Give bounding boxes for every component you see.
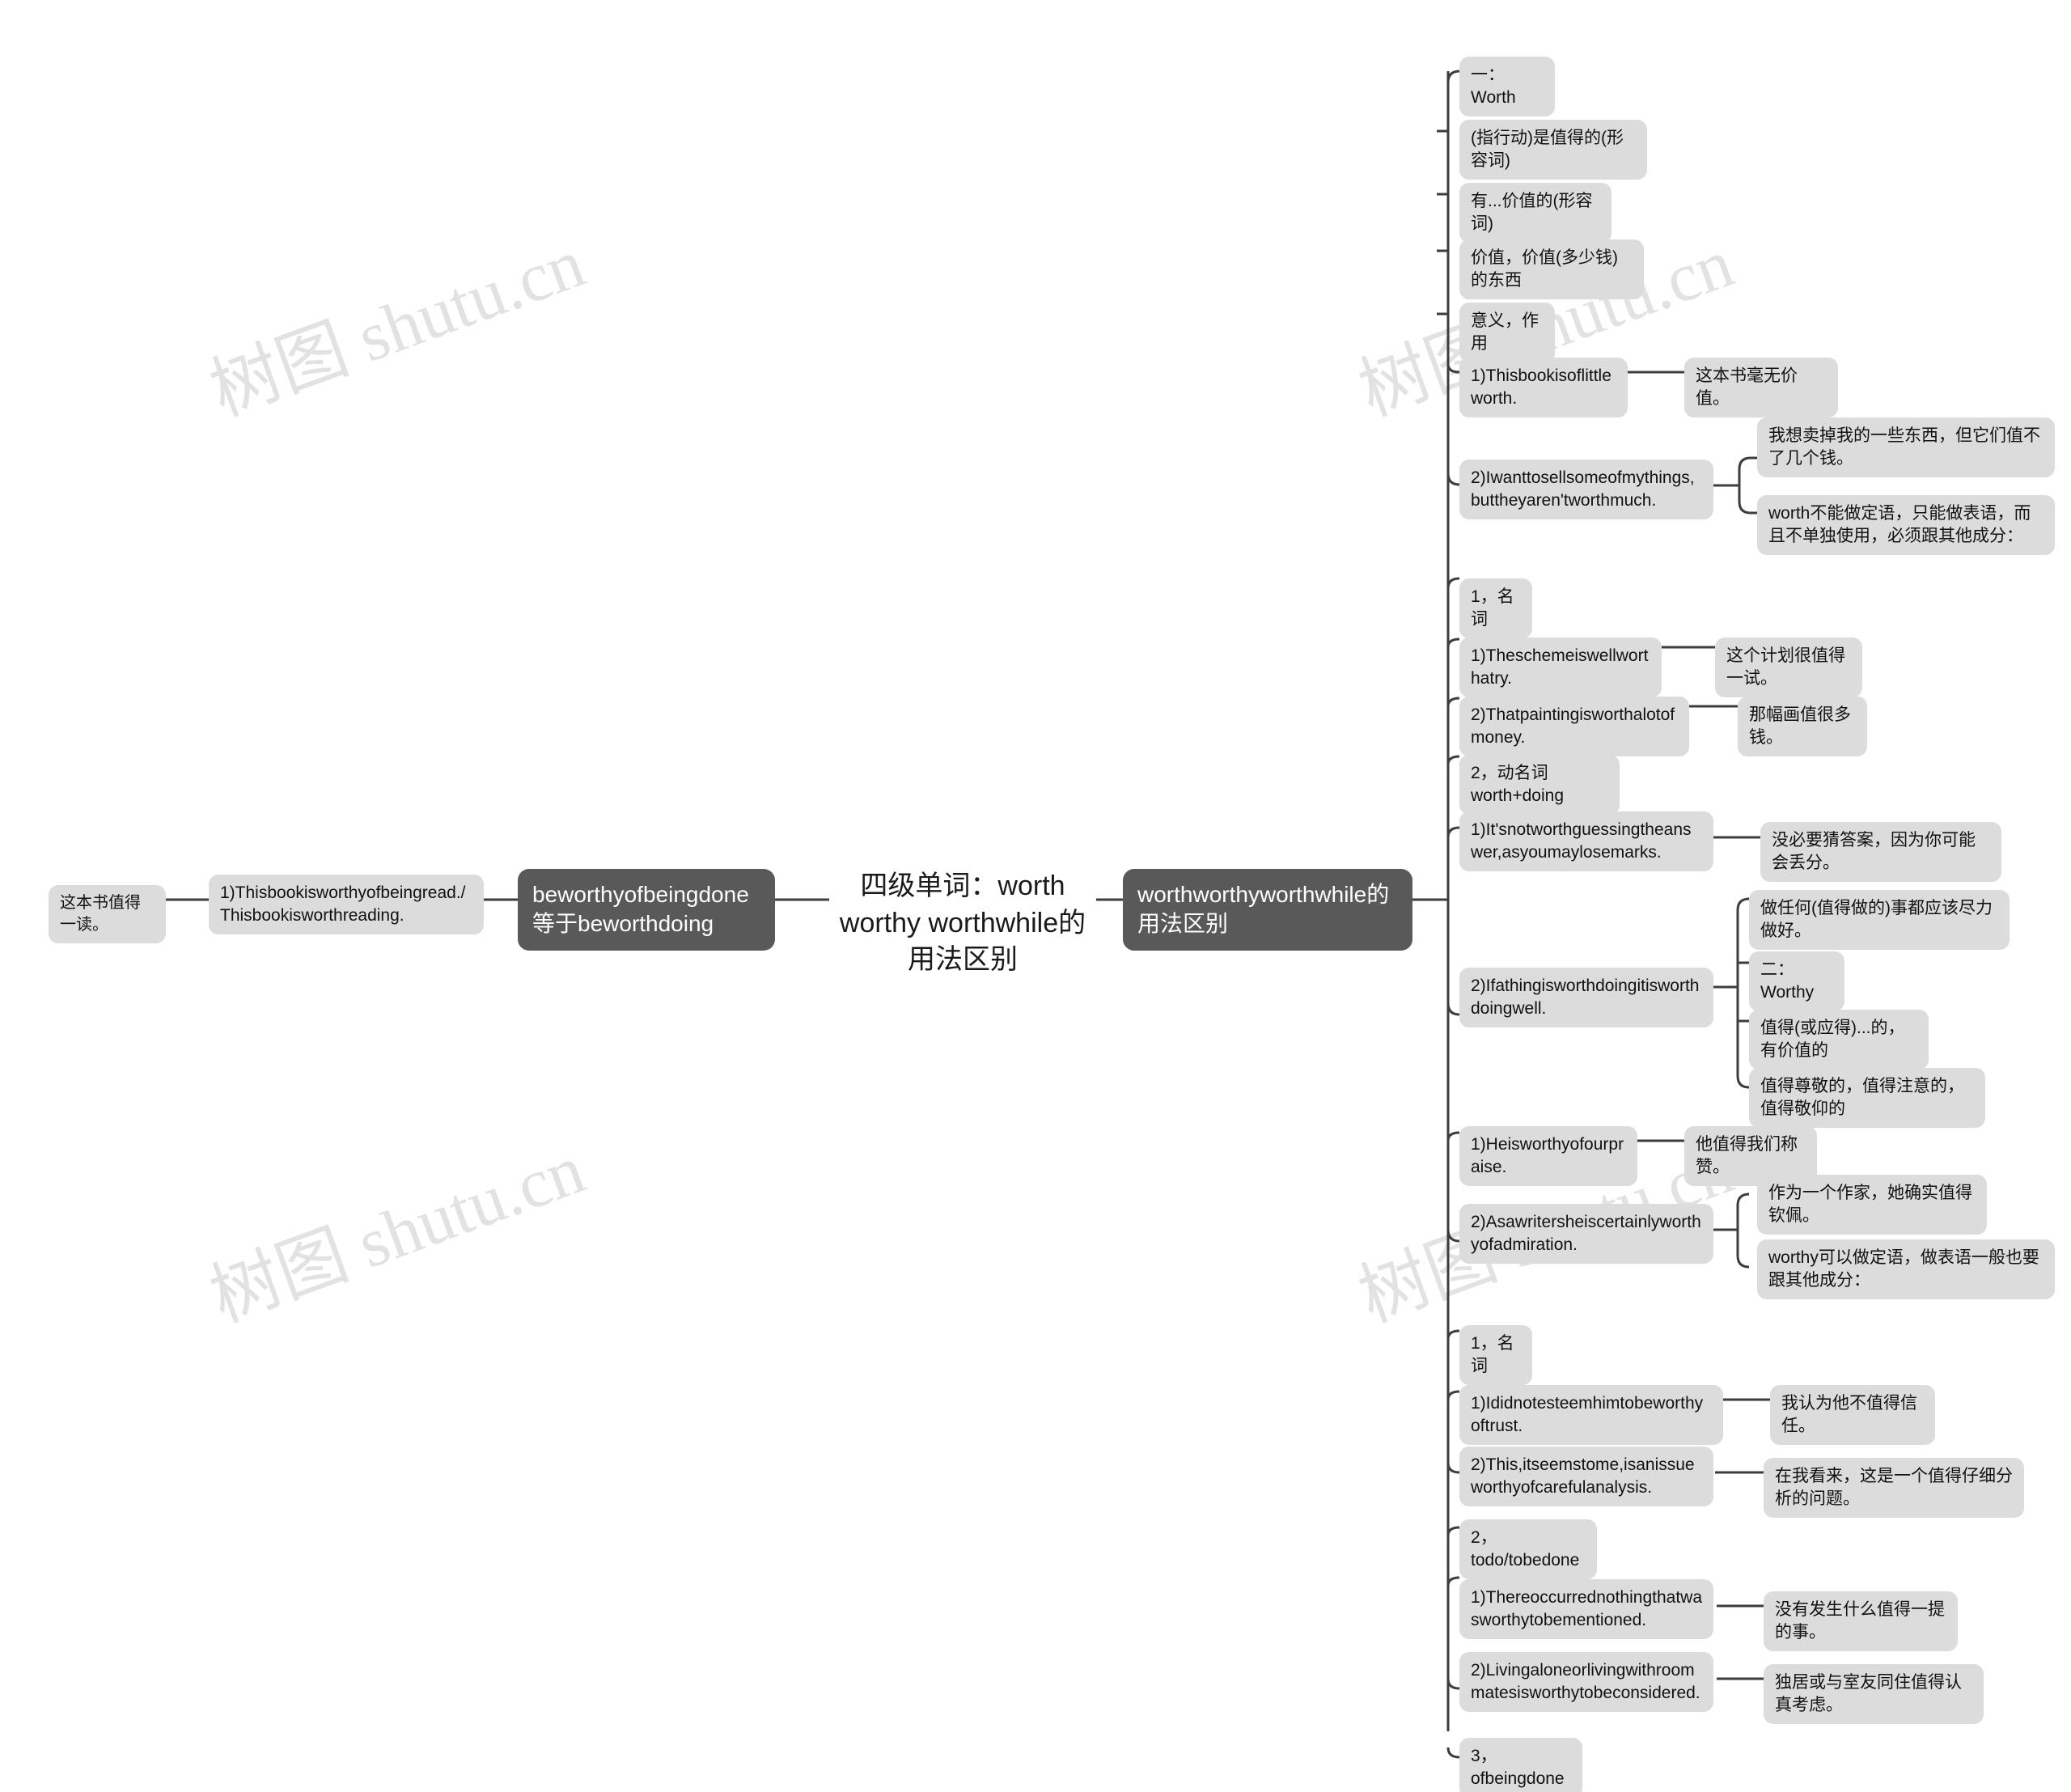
node-example-analysis[interactable]: 2)This,itseemstome,isanissueworthyofcare… [1459, 1447, 1713, 1507]
node-worth-meaning-4[interactable]: 意义，作用 [1459, 303, 1555, 363]
node-example-little-worth-translation[interactable]: 这本书毫无价值。 [1684, 358, 1838, 418]
node-example-mentioned-translation[interactable]: 没有发生什么值得一提的事。 [1764, 1591, 1958, 1652]
node-example-scheme[interactable]: 1)Theschemeiswellworthatry. [1459, 638, 1662, 698]
node-example-scheme-translation[interactable]: 这个计划很值得一试。 [1715, 638, 1862, 698]
node-example-little-worth[interactable]: 1)Thisbookisoflittleworth. [1459, 358, 1628, 418]
node-example-praise[interactable]: 1)Heisworthyofourpraise. [1459, 1126, 1637, 1187]
node-worthy-usage-note[interactable]: worthy可以做定语，做表语一般也要跟其他成分： [1757, 1239, 2055, 1300]
node-noun-heading-1[interactable]: 1，名词 [1459, 578, 1532, 639]
node-ofbeingdone-heading[interactable]: 3，ofbeingdone [1459, 1738, 1582, 1792]
node-worth-meaning-1[interactable]: (指行动)是值得的(形容词) [1459, 120, 1647, 180]
mindmap-canvas: 树图 shutu.cn 树图 shutu.cn 树图 shutu.cn 树图 s… [0, 0, 2071, 1792]
node-example-guessing[interactable]: 1)It'snotworthguessingtheanswer,asyoumay… [1459, 811, 1713, 872]
left-leaf-translation[interactable]: 这本书值得一读。 [49, 885, 166, 943]
node-worth-doing-well-translation[interactable]: 做任何(值得做的)事都应该尽力做好。 [1749, 890, 2010, 951]
node-worthy-heading[interactable]: 二：Worthy [1749, 951, 1844, 1012]
left-topic-node[interactable]: beworthyofbeingdone等于beworthdoing [518, 869, 775, 951]
node-worth-meaning-3[interactable]: 价值，价值(多少钱)的东西 [1459, 239, 1644, 300]
bracket-n15 [1736, 1193, 1750, 1269]
node-noun-heading-2[interactable]: 1，名词 [1459, 1325, 1532, 1386]
node-example-admiration[interactable]: 2)Asawritersheiscertainlyworthyofadmirat… [1459, 1204, 1713, 1265]
node-example-mentioned[interactable]: 1)Thereoccurrednothingthatwasworthytobem… [1459, 1579, 1713, 1640]
node-worth-heading[interactable]: 一：Worth [1459, 57, 1555, 117]
node-gerund-heading[interactable]: 2，动名词worth+doing [1459, 755, 1620, 816]
node-example-roommates[interactable]: 2)Livingaloneorlivingwithroommatesiswort… [1459, 1652, 1713, 1713]
bracket-n13 [1736, 897, 1750, 1089]
node-sell-things-translation[interactable]: 我想卖掉我的一些东西，但它们值不了几个钱。 [1757, 417, 2055, 478]
node-example-sell-things[interactable]: 2)Iwanttosellsomeofmythings,buttheyaren'… [1459, 460, 1713, 520]
node-example-analysis-translation[interactable]: 在我看来，这是一个值得仔细分析的问题。 [1764, 1458, 2024, 1519]
node-worthy-meaning-2[interactable]: 值得尊敬的，值得注意的，值得敬仰的 [1749, 1068, 1985, 1129]
node-example-painting[interactable]: 2)Thatpaintingisworthalotofmoney. [1459, 697, 1689, 757]
left-example-node[interactable]: 1)Thisbookisworthyofbeingread./Thisbooki… [209, 875, 484, 935]
node-example-guessing-translation[interactable]: 没必要猜答案，因为你可能会丢分。 [1760, 822, 2001, 883]
node-todo-heading[interactable]: 2，todo/tobedone [1459, 1519, 1597, 1580]
node-worth-usage-note[interactable]: worth不能做定语，只能做表语，而且不单独使用，必须跟其他成分： [1757, 495, 2055, 556]
node-example-worth-doing-well[interactable]: 2)Ifathingisworthdoingitisworthdoingwell… [1459, 968, 1713, 1028]
node-example-trust-translation[interactable]: 我认为他不值得信任。 [1770, 1385, 1935, 1446]
node-example-roommates-translation[interactable]: 独居或与室友同住值得认真考虑。 [1764, 1664, 1984, 1725]
node-worthy-meaning-1[interactable]: 值得(或应得)...的，有价值的 [1749, 1010, 1929, 1070]
elbow-n1 [1446, 70, 1460, 83]
right-topic-node[interactable]: worthworthyworthwhile的用法区别 [1123, 869, 1412, 951]
node-admiration-translation[interactable]: 作为一个作家，她确实值得钦佩。 [1757, 1175, 1987, 1235]
node-example-painting-translation[interactable]: 那幅画值很多钱。 [1738, 697, 1867, 757]
watermark: 树图 shutu.cn [200, 223, 595, 430]
bracket-n7 [1738, 456, 1751, 515]
root-title[interactable]: 四级单词：worth worthy worthwhile的用法区别 [829, 868, 1096, 979]
node-worth-meaning-2[interactable]: 有...价值的(形容词) [1459, 183, 1611, 244]
watermark: 树图 shutu.cn [200, 1129, 595, 1337]
node-example-trust[interactable]: 1)Ididnotesteemhimtobeworthyoftrust. [1459, 1385, 1723, 1446]
